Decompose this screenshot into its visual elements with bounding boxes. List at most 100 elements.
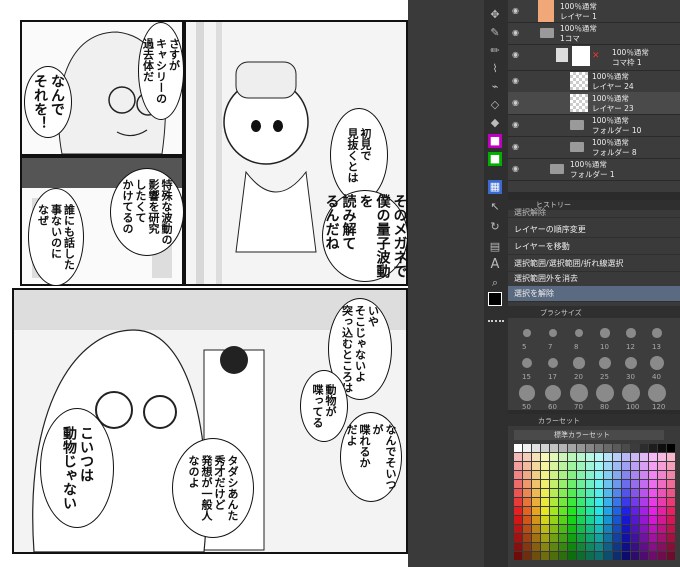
brush-size-dot[interactable] [652, 328, 662, 338]
color-swatch[interactable] [568, 534, 576, 542]
color-swatch[interactable] [658, 525, 666, 533]
color-swatch[interactable] [568, 471, 576, 479]
color-swatch[interactable] [667, 525, 675, 533]
color-swatch[interactable] [568, 453, 576, 461]
layer-row[interactable]: ◉ 100％通常 フォルダー 8 [508, 136, 680, 159]
eraser-icon[interactable]: ◇ [488, 98, 502, 112]
color-swatch[interactable] [586, 516, 594, 524]
layer-row[interactable]: ◉ 100％通常 1コマ [508, 22, 680, 45]
color-swatch[interactable] [595, 543, 603, 551]
color-swatch[interactable] [640, 543, 648, 551]
color-swatch[interactable] [541, 480, 549, 488]
color-swatch[interactable] [649, 471, 657, 479]
color-swatch[interactable] [523, 498, 531, 506]
color-swatch[interactable] [622, 552, 630, 560]
color-swatch[interactable] [550, 543, 558, 551]
color-swatch[interactable] [640, 444, 648, 452]
color-swatch[interactable] [613, 516, 621, 524]
brush-size-dot[interactable] [626, 328, 636, 338]
color-swatch[interactable] [613, 498, 621, 506]
color-swatch[interactable] [586, 453, 594, 461]
color-swatch[interactable] [550, 507, 558, 515]
history-item[interactable]: 選択範囲外を消去 [508, 271, 680, 287]
color-swatch[interactable] [550, 480, 558, 488]
eye-icon[interactable]: ◉ [512, 98, 522, 108]
text-icon[interactable]: A [488, 258, 502, 272]
color-swatch[interactable] [532, 507, 540, 515]
color-swatch[interactable] [559, 471, 567, 479]
brush-size-dot[interactable] [600, 328, 610, 338]
color-swatch[interactable] [514, 453, 522, 461]
layer-panel[interactable]: ◉ 100％通常 レイヤー 1 ◉ 100％通常 1コマ ◉ ✕ 100％通常 … [508, 0, 680, 192]
color-swatch[interactable] [559, 534, 567, 542]
color-swatch[interactable] [658, 498, 666, 506]
color-swatch[interactable] [586, 552, 594, 560]
color-swatch[interactable] [604, 507, 612, 515]
brush-size-dot[interactable] [548, 328, 558, 338]
color-swatch[interactable] [577, 543, 585, 551]
color-swatch[interactable] [577, 444, 585, 452]
transparent-icon[interactable] [488, 316, 504, 322]
history-panel[interactable]: ヒストリー 選択解除 レイヤーの順序変更 レイヤーを移動 選択範囲/選択範囲/折… [508, 200, 680, 308]
color-swatch[interactable] [559, 462, 567, 470]
color-swatch[interactable] [541, 516, 549, 524]
color-swatch[interactable] [523, 453, 531, 461]
color-swatch[interactable] [559, 444, 567, 452]
operation-icon[interactable]: ↖ [488, 200, 502, 214]
color-swatch[interactable] [613, 453, 621, 461]
color-swatch[interactable] [658, 552, 666, 560]
color-swatch[interactable] [613, 480, 621, 488]
brush-icon[interactable]: ⌇ [488, 62, 502, 76]
ruler-icon[interactable]: ↻ [488, 220, 502, 234]
color-swatch[interactable] [640, 471, 648, 479]
color-swatch[interactable] [658, 543, 666, 551]
color-swatch[interactable] [559, 543, 567, 551]
color-swatch[interactable] [568, 516, 576, 524]
color-swatch[interactable] [568, 507, 576, 515]
color-swatch[interactable] [640, 462, 648, 470]
color-swatch[interactable] [649, 525, 657, 533]
color-swatch[interactable] [613, 489, 621, 497]
color-swatch[interactable] [568, 480, 576, 488]
color-swatch[interactable] [550, 516, 558, 524]
color-swatch[interactable] [586, 507, 594, 515]
color-swatch[interactable] [595, 480, 603, 488]
color-swatch[interactable] [568, 552, 576, 560]
color-swatch[interactable] [631, 552, 639, 560]
color-swatch[interactable] [514, 525, 522, 533]
color-swatch[interactable] [541, 552, 549, 560]
color-swatch[interactable] [514, 534, 522, 542]
color-swatch[interactable] [550, 498, 558, 506]
brush-size-dot[interactable] [599, 357, 611, 369]
color-swatch[interactable] [577, 480, 585, 488]
color-swatch[interactable] [577, 489, 585, 497]
color-swatch[interactable] [613, 507, 621, 515]
color-swatch[interactable] [667, 462, 675, 470]
layer-row[interactable]: ◉ 100％通常 レイヤー 1 [508, 0, 680, 23]
pencil-icon[interactable]: ✏ [488, 44, 502, 58]
color-swatch[interactable] [532, 471, 540, 479]
color-swatch[interactable] [658, 489, 666, 497]
color-swatch[interactable] [604, 498, 612, 506]
palette-tab[interactable]: カラーセット [508, 414, 680, 426]
color-swatch[interactable] [532, 480, 540, 488]
color-swatch[interactable] [613, 534, 621, 542]
color-swatch[interactable] [622, 516, 630, 524]
color-swatch[interactable] [595, 534, 603, 542]
color-swatch[interactable] [559, 516, 567, 524]
color-swatch[interactable] [640, 489, 648, 497]
color-swatch[interactable] [604, 480, 612, 488]
color-swatch[interactable] [622, 471, 630, 479]
eye-icon[interactable]: ◉ [512, 142, 522, 152]
color-swatch[interactable] [604, 453, 612, 461]
color-swatch[interactable] [622, 525, 630, 533]
color-swatch[interactable] [541, 534, 549, 542]
color-swatch[interactable] [523, 471, 531, 479]
color-swatch[interactable] [658, 453, 666, 461]
zoom-icon[interactable]: ⌕ [488, 276, 502, 290]
history-item[interactable]: 選択解除 [508, 208, 680, 218]
brush-size-dot[interactable] [521, 357, 533, 369]
color-swatch[interactable] [559, 480, 567, 488]
brush-size-dot[interactable] [648, 384, 666, 402]
color-swatch[interactable] [532, 516, 540, 524]
